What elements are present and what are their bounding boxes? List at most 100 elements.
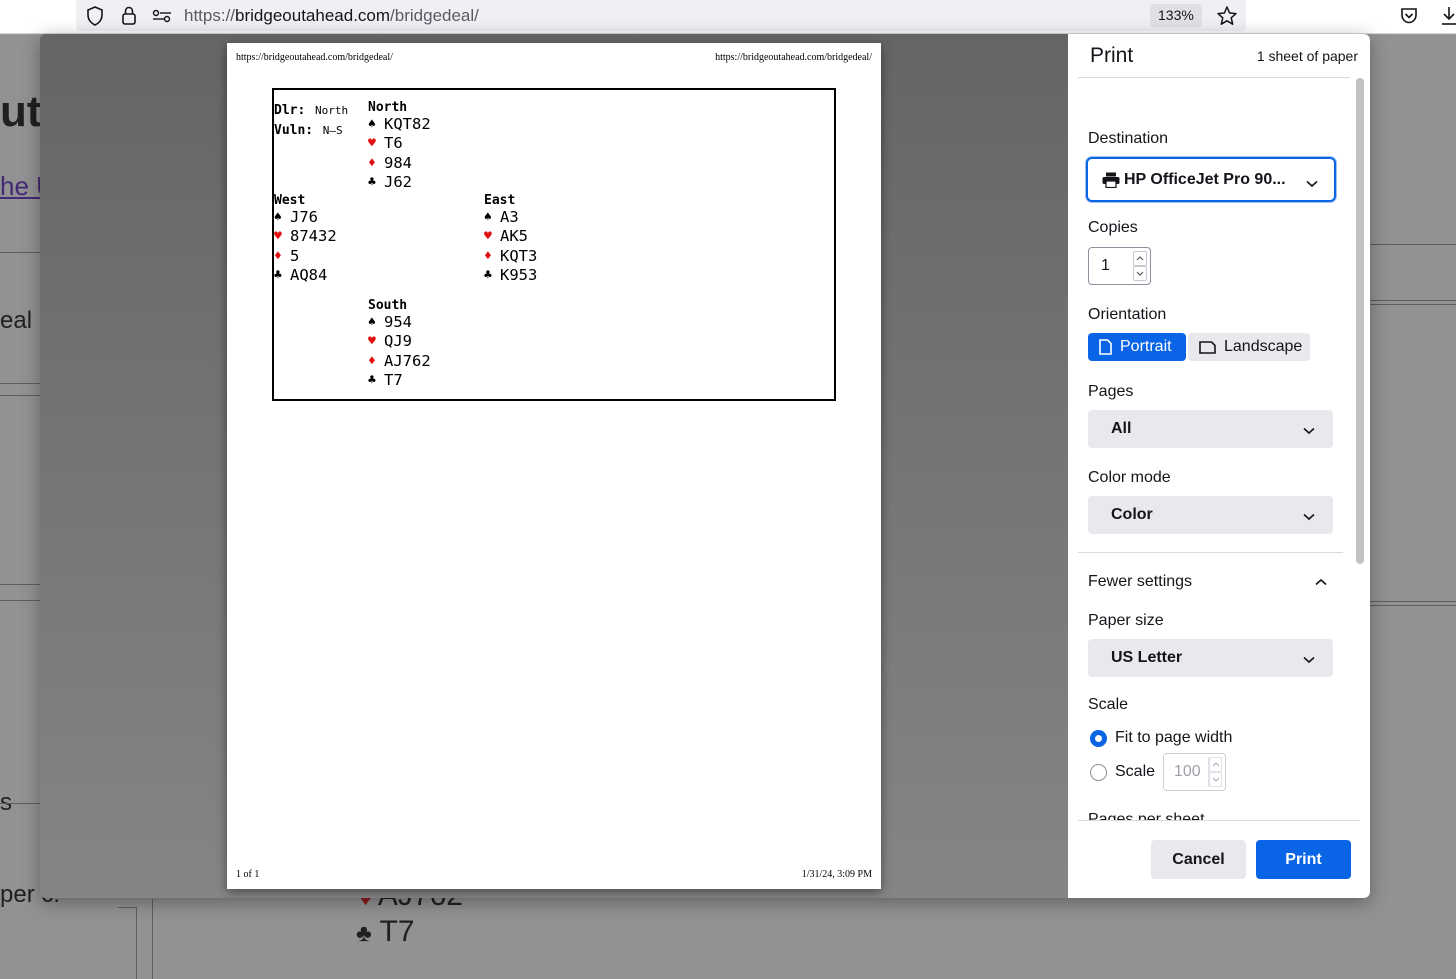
footer-divider bbox=[1078, 820, 1360, 821]
pages-per-sheet-label: Pages per sheet bbox=[1088, 811, 1205, 820]
color-mode-select[interactable]: Color bbox=[1088, 496, 1333, 534]
diamonds-holding: KQT3 bbox=[500, 246, 538, 265]
diamonds-row: ♦ 984 bbox=[368, 154, 431, 173]
spade-suit-icon: ♠ bbox=[368, 315, 376, 330]
pocket-icon[interactable] bbox=[1398, 5, 1420, 27]
club-suit-icon: ♣ bbox=[274, 267, 282, 283]
tracking-protection-shield-icon[interactable] bbox=[84, 5, 106, 27]
pages-value: All bbox=[1111, 420, 1132, 437]
page-footer-right: 1/31/24, 3:09 PM bbox=[801, 869, 872, 880]
hearts-holding: 87432 bbox=[290, 227, 337, 246]
diamonds-holding: AJ762 bbox=[384, 351, 431, 370]
panel-scrollbar[interactable] bbox=[1356, 78, 1364, 564]
printer-icon bbox=[1102, 172, 1120, 193]
spade-suit-icon: ♠ bbox=[274, 210, 282, 225]
copies-value: 1 bbox=[1101, 257, 1110, 274]
bridge-deal-diagram: Dlr: North Vuln: N–S North ♠ KQT82 ♥ T6 ♦ 9… bbox=[272, 88, 836, 401]
clubs-row: ♣ T7 bbox=[368, 371, 431, 390]
orientation-label: Orientation bbox=[1088, 306, 1167, 323]
diamonds-row: ♦ KQT3 bbox=[484, 247, 537, 266]
destination-label: Destination bbox=[1088, 130, 1169, 147]
increment-button[interactable] bbox=[1209, 757, 1222, 772]
radio-unselected[interactable] bbox=[1090, 763, 1107, 781]
landscape-page-icon bbox=[1199, 340, 1216, 354]
hearts-holding: AK5 bbox=[500, 227, 528, 246]
hand-north: North ♠ KQT82 ♥ T6 ♦ 984 ♣ J62 bbox=[368, 100, 431, 192]
clubs-holding: AQ84 bbox=[290, 265, 328, 284]
bookmark-star-icon[interactable] bbox=[1216, 5, 1238, 27]
scale-fit-option[interactable]: Fit to page width bbox=[1090, 729, 1232, 747]
clubs-row: ♣ K953 bbox=[484, 266, 537, 285]
print-button[interactable]: Print bbox=[1256, 840, 1351, 879]
browser-toolbar: https://bridgeoutahead.com/bridgedeal/ 1… bbox=[0, 0, 1456, 34]
fewer-settings-toggle[interactable]: Fewer settings bbox=[1088, 573, 1333, 591]
color-mode-value: Color bbox=[1111, 506, 1153, 523]
spade-suit-icon: ♠ bbox=[368, 117, 376, 132]
diamonds-row: ♦ 5 bbox=[274, 247, 337, 266]
settings-scroll-area[interactable]: Destination HP OfficeJet Pro 90... Copie… bbox=[1068, 78, 1370, 820]
hearts-holding: QJ9 bbox=[384, 332, 412, 351]
orientation-portrait-button[interactable]: Portrait bbox=[1088, 333, 1186, 361]
paper-size-label: Paper size bbox=[1088, 612, 1164, 629]
downloads-icon[interactable] bbox=[1438, 5, 1456, 27]
print-settings-panel: Print 1 sheet of paper Destination HP Of… bbox=[1068, 34, 1370, 898]
paper-size-select[interactable]: US Letter bbox=[1088, 639, 1333, 677]
chevron-down-icon bbox=[1303, 651, 1315, 669]
diamond-suit-icon: ♦ bbox=[484, 248, 492, 264]
clubs-row: ♣ AQ84 bbox=[274, 266, 337, 285]
vulnerability-value: N–S bbox=[322, 124, 343, 137]
heart-suit-icon: ♥ bbox=[368, 136, 376, 152]
chevron-up-icon bbox=[1136, 256, 1144, 261]
clubs-row: ♣ J62 bbox=[368, 173, 431, 192]
heart-suit-icon: ♥ bbox=[484, 229, 492, 245]
zoom-level-badge[interactable]: 133% bbox=[1150, 4, 1202, 27]
lock-icon[interactable] bbox=[118, 5, 140, 27]
scale-fit-label: Fit to page width bbox=[1115, 729, 1233, 746]
pages-select[interactable]: All bbox=[1088, 410, 1333, 448]
deal-info: Dlr: North Vuln: N–S bbox=[274, 100, 348, 140]
clubs-holding: K953 bbox=[500, 265, 538, 284]
chevron-down-icon bbox=[1303, 422, 1315, 440]
decrement-button[interactable] bbox=[1209, 772, 1222, 787]
url-path: /bridgedeal/ bbox=[390, 6, 479, 25]
cancel-button[interactable]: Cancel bbox=[1151, 840, 1246, 879]
clubs-holding: J62 bbox=[384, 172, 412, 191]
print-title: Print bbox=[1090, 44, 1134, 67]
section-divider bbox=[1078, 552, 1343, 553]
hand-name: East bbox=[484, 193, 516, 208]
vulnerability-label: Vuln: bbox=[274, 123, 314, 138]
spade-suit-icon: ♠ bbox=[484, 210, 492, 225]
fewer-settings-label: Fewer settings bbox=[1088, 573, 1193, 590]
dealer-value: North bbox=[314, 104, 349, 117]
club-suit-icon: ♣ bbox=[368, 372, 376, 388]
club-suit-icon: ♣ bbox=[368, 174, 376, 190]
scale-label: Scale bbox=[1088, 696, 1129, 713]
panel-header: Print 1 sheet of paper bbox=[1090, 44, 1360, 67]
radio-selected[interactable] bbox=[1090, 729, 1107, 747]
hearts-row: ♥ AK5 bbox=[484, 227, 537, 246]
color-mode-label: Color mode bbox=[1088, 469, 1171, 486]
permissions-icon[interactable] bbox=[151, 5, 173, 27]
scale-input[interactable]: 100 bbox=[1163, 753, 1226, 791]
diamonds-holding: 984 bbox=[384, 153, 412, 172]
copies-stepper bbox=[1133, 251, 1147, 281]
scale-stepper bbox=[1208, 757, 1222, 787]
orientation-landscape-button[interactable]: Landscape bbox=[1188, 333, 1310, 361]
landscape-label: Landscape bbox=[1224, 338, 1303, 355]
url-text[interactable]: https://bridgeoutahead.com/bridgedeal/ bbox=[184, 6, 479, 26]
url-scheme: https:// bbox=[184, 6, 236, 25]
portrait-page-icon bbox=[1099, 339, 1112, 355]
increment-button[interactable] bbox=[1133, 251, 1147, 266]
hand-name: West bbox=[274, 193, 306, 208]
diamonds-row: ♦ AJ762 bbox=[368, 352, 431, 371]
diamonds-holding: 5 bbox=[290, 246, 300, 265]
scale-custom-option[interactable]: Scale bbox=[1090, 763, 1155, 781]
hand-west: West ♠ J76 ♥ 87432 ♦ 5 ♣ AQ84 bbox=[274, 193, 337, 285]
destination-select[interactable]: HP OfficeJet Pro 90... bbox=[1086, 157, 1336, 202]
hand-south: South ♠ 954 ♥ QJ9 ♦ AJ762 ♣ T7 bbox=[368, 298, 431, 390]
destination-value: HP OfficeJet Pro 90... bbox=[1124, 171, 1286, 188]
decrement-button[interactable] bbox=[1133, 266, 1147, 281]
chevron-down-icon bbox=[1136, 271, 1144, 276]
hand-name: South bbox=[368, 298, 408, 313]
copies-input[interactable]: 1 bbox=[1088, 247, 1151, 285]
